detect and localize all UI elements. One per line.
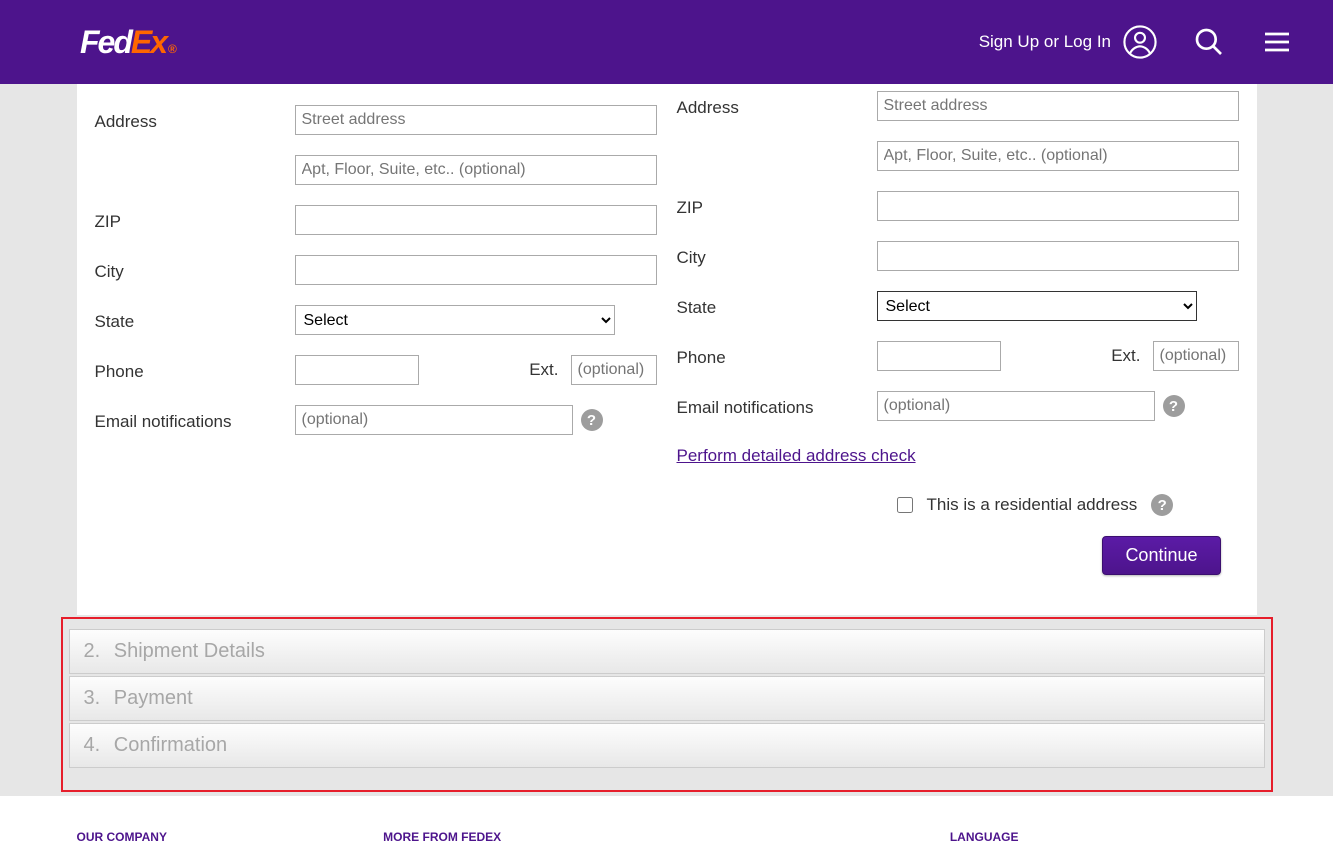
to-city-input[interactable] (877, 241, 1239, 271)
from-city-label: City (95, 258, 295, 282)
from-address-label: Address (95, 108, 295, 132)
to-column: Address ZIP City (677, 90, 1239, 516)
step-label: Payment (114, 687, 193, 709)
from-street-input[interactable] (295, 105, 657, 135)
to-address-label: Address (677, 94, 877, 118)
footer-our-company[interactable]: OUR COMPANY (77, 830, 384, 844)
from-email-label: Email notifications (95, 408, 295, 432)
from-phone-input[interactable] (295, 355, 419, 385)
search-icon[interactable] (1193, 26, 1225, 58)
from-zip-input[interactable] (295, 205, 657, 235)
footer-more-from-fedex[interactable]: MORE FROM FEDEX (383, 830, 690, 844)
step-payment[interactable]: 3. Payment (69, 676, 1265, 721)
fedex-logo[interactable]: FedEx® (80, 24, 175, 61)
step-confirmation[interactable]: 4. Confirmation (69, 723, 1265, 768)
from-state-select[interactable]: Select (295, 305, 615, 335)
from-phone-label: Phone (95, 358, 295, 382)
step-label: Confirmation (114, 734, 227, 756)
residential-label: This is a residential address (927, 495, 1138, 515)
to-ext-input[interactable] (1153, 341, 1239, 371)
site-header: FedEx® Sign Up or Log In (0, 0, 1333, 84)
signin-link[interactable]: Sign Up or Log In (979, 25, 1157, 59)
to-email-input[interactable] (877, 391, 1155, 421)
help-icon[interactable]: ? (1151, 494, 1173, 516)
from-city-input[interactable] (295, 255, 657, 285)
step-number: 3. (84, 687, 101, 709)
step-label: Shipment Details (114, 640, 265, 662)
to-phone-input[interactable] (877, 341, 1001, 371)
to-zip-input[interactable] (877, 191, 1239, 221)
residential-checkbox[interactable] (897, 497, 913, 513)
from-column: Address ZIP City (95, 90, 657, 516)
to-ext-label: Ext. (1111, 346, 1140, 366)
site-footer: OUR COMPANY MORE FROM FEDEX LANGUAGE (0, 796, 1333, 844)
from-state-label: State (95, 308, 295, 332)
to-state-select[interactable]: Select (877, 291, 1197, 321)
highlighted-steps-box: 2. Shipment Details 3. Payment 4. Confir… (61, 617, 1273, 792)
help-icon[interactable]: ? (1163, 395, 1185, 417)
footer-language[interactable]: LANGUAGE (690, 830, 1257, 844)
from-ext-input[interactable] (571, 355, 657, 385)
to-street-input[interactable] (877, 91, 1239, 121)
signin-label: Sign Up or Log In (979, 32, 1111, 52)
help-icon[interactable]: ? (581, 409, 603, 431)
to-apt-input[interactable] (877, 141, 1239, 171)
to-zip-label: ZIP (677, 194, 877, 218)
address-check-link[interactable]: Perform detailed address check (677, 446, 916, 466)
step-number: 4. (84, 734, 101, 756)
to-phone-label: Phone (677, 344, 877, 368)
user-icon (1123, 25, 1157, 59)
to-state-label: State (677, 294, 877, 318)
step-number: 2. (84, 640, 101, 662)
to-city-label: City (677, 244, 877, 268)
shipping-form-card: Address ZIP City (77, 84, 1257, 615)
form-columns: Address ZIP City (77, 84, 1257, 516)
to-email-label: Email notifications (677, 394, 877, 418)
from-ext-label: Ext. (529, 360, 558, 380)
header-right: Sign Up or Log In (979, 25, 1293, 59)
from-email-input[interactable] (295, 405, 573, 435)
from-zip-label: ZIP (95, 208, 295, 232)
step-shipment-details[interactable]: 2. Shipment Details (69, 629, 1265, 674)
hamburger-menu-icon[interactable] (1261, 26, 1293, 58)
from-apt-input[interactable] (295, 155, 657, 185)
continue-button[interactable]: Continue (1102, 536, 1220, 575)
